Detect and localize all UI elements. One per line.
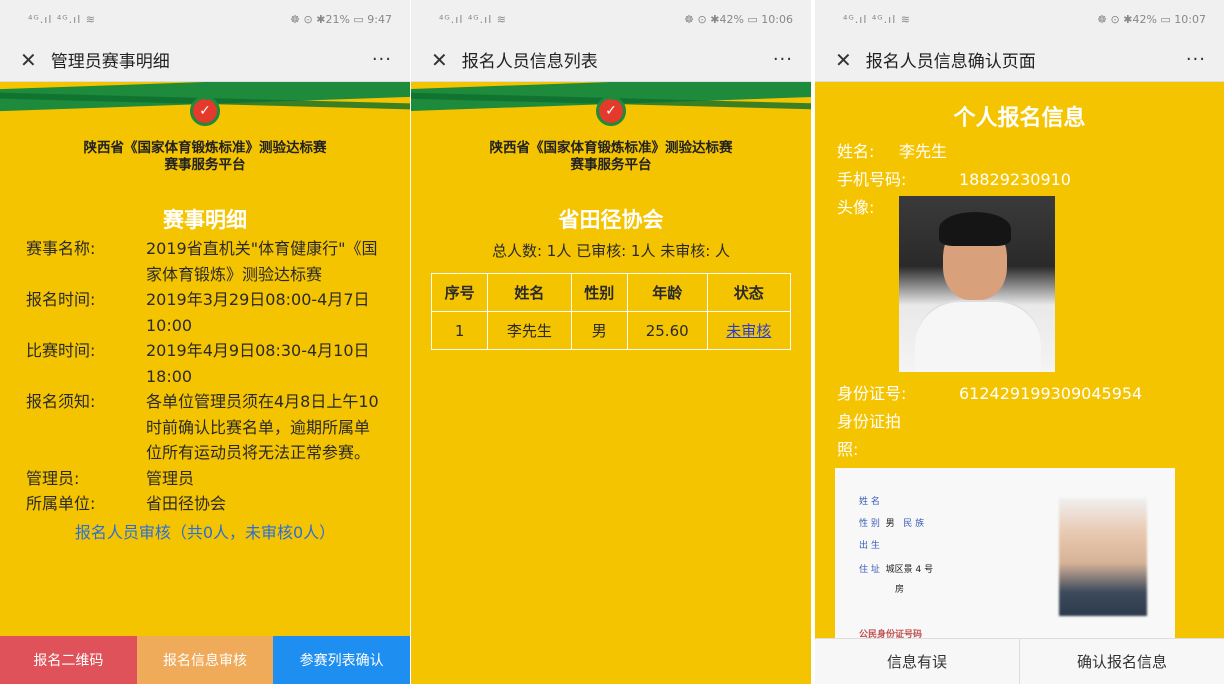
status-right: ☸ ⊙ ✱42% ▭ 10:07 [1097, 12, 1206, 26]
avatar-body [915, 300, 1041, 372]
info-error-button[interactable]: 信息有误 [815, 639, 1019, 684]
phone-value: 18829230910 [959, 170, 1071, 189]
section-title: 赛事明细 [163, 208, 247, 232]
cell-sex: 男 [570, 311, 628, 350]
more-menu-icon[interactable]: ··· [1186, 49, 1206, 70]
confirm-action-bar: 信息有误 确认报名信息 [815, 638, 1224, 684]
bottom-action-bar: 报名二维码 报名信息审核 参赛列表确认 [0, 636, 410, 684]
platform-title: 陕西省《国家体育锻炼标准》测验达标赛 赛事服务平台 [489, 140, 733, 173]
status-right: ☸ ⊙ ✱21% ▭ 9:47 [290, 12, 392, 26]
detail-row-match-time: 比赛时间: 2019年4月9日08:30-4月10日18:00 [26, 341, 370, 386]
phone-screen-registrant-confirm: ⁴ᴳ.ıl ⁴ᴳ.ıl ≋ ☸ ⊙ ✱42% ▭ 10:07 ✕ 报名人员信息确… [815, 0, 1224, 684]
signal-icon: ⁴ᴳ.ıl ⁴ᴳ.ıl ≋ [843, 12, 911, 26]
avatar [899, 196, 1055, 372]
table-row: 1 李先生 男 25.60 未审核 [430, 311, 792, 350]
detail-row-admin: 管理员: 管理员 [26, 468, 195, 488]
confirm-signup-button[interactable]: 确认报名信息 [1019, 639, 1224, 684]
status-bar: ⁴ᴳ.ıl ⁴ᴳ.ıl ≋ ☸ ⊙ ✱21% ▭ 9:47 [0, 0, 410, 38]
col-header-age: 年龄 [626, 273, 708, 312]
name-value: 李先生 [899, 142, 948, 161]
close-icon[interactable]: ✕ [835, 48, 852, 72]
col-header-sex: 性别 [570, 273, 628, 312]
audit-link[interactable]: 报名人员审核（共0人，未审核0人） [0, 519, 410, 543]
phone-row: 手机号码: 18829230910 [837, 166, 1202, 194]
avatar-row: 头像: [837, 194, 1202, 374]
detail-row-notice: 报名须知: 各单位管理员须在4月8日上午10时前确认比赛名单，逾期所属单位所有运… [26, 392, 379, 462]
nav-bar: ✕ 报名人员信息列表 ··· [411, 38, 811, 82]
nav-bar: ✕ 管理员赛事明细 ··· [0, 38, 410, 82]
stopwatch-logo-icon: ✓ [190, 90, 220, 126]
stopwatch-logo-icon: ✓ [596, 90, 626, 126]
detail-row-unit: 所属单位: 省田径协会 [26, 494, 227, 513]
registrant-table: 序号 姓名 性别 年龄 状态 1 李先生 男 25.60 未审核 [430, 273, 792, 350]
col-header-name: 姓名 [487, 273, 572, 312]
cell-name: 李先生 [487, 311, 572, 350]
qr-code-button[interactable]: 报名二维码 [0, 636, 137, 684]
status-bar: ⁴ᴳ.ıl ⁴ᴳ.ıl ≋ ☸ ⊙ ✱42% ▭ 10:06 [411, 0, 811, 38]
event-detail-list: 赛事名称: 2019省直机关"体育健康行"《国家体育锻炼》测验达标赛 报名时间:… [0, 236, 410, 517]
phone-screen-registrant-list: ⁴ᴳ.ıl ⁴ᴳ.ıl ≋ ☸ ⊙ ✱42% ▭ 10:06 ✕ 报名人员信息列… [411, 0, 811, 684]
id-photo-label-2: 照: [837, 440, 859, 459]
signal-icon: ⁴ᴳ.ıl ⁴ᴳ.ıl ≋ [439, 12, 507, 26]
audit-summary: 总人数: 1人 已审核: 1人 未审核: 人 [491, 242, 731, 260]
page-title: 报名人员信息确认页面 [865, 52, 1036, 72]
close-icon[interactable]: ✕ [431, 48, 448, 72]
id-number-value: 612429199309045954 [959, 384, 1143, 403]
page-title: 管理员赛事明细 [50, 52, 170, 72]
status-right: ☸ ⊙ ✱42% ▭ 10:06 [684, 12, 793, 26]
screenshot-collage: ⁴ᴳ.ıl ⁴ᴳ.ıl ≋ ☸ ⊙ ✱21% ▭ 9:47 ✕ 管理员赛事明细 … [0, 0, 1224, 684]
id-photo-label: 身份证拍 [837, 412, 902, 431]
more-menu-icon[interactable]: ··· [372, 49, 392, 70]
cell-age: 25.60 [626, 311, 708, 350]
close-icon[interactable]: ✕ [20, 48, 37, 72]
id-number-row: 身份证号: 612429199309045954 [837, 380, 1202, 408]
nav-bar: ✕ 报名人员信息确认页面 ··· [815, 38, 1224, 82]
platform-title: 陕西省《国家体育锻炼标准》测验达标赛 赛事服务平台 [83, 140, 327, 173]
status-link[interactable]: 未审核 [726, 322, 771, 340]
status-bar: ⁴ᴳ.ıl ⁴ᴳ.ıl ≋ ☸ ⊙ ✱42% ▭ 10:07 [815, 0, 1224, 38]
signal-icon: ⁴ᴳ.ıl ⁴ᴳ.ıl ≋ [28, 12, 96, 26]
id-card-photo: 姓 名 性 别 男 民 族 出 生 住 址 城区景 4 号 房 公民身份证号码 [835, 468, 1175, 648]
avatar-hair [939, 212, 1011, 246]
banner: ✓ 陕西省《国家体育锻炼标准》测验达标赛 赛事服务平台 [411, 82, 811, 200]
name-row: 姓名: 李先生 [837, 138, 1202, 166]
page-title: 报名人员信息列表 [461, 52, 598, 72]
col-header-status: 状态 [706, 273, 792, 312]
table-header-row: 序号 姓名 性别 年龄 状态 [430, 273, 792, 312]
section-title: 个人报名信息 [953, 106, 1086, 131]
signup-review-button[interactable]: 报名信息审核 [136, 636, 274, 684]
more-menu-icon[interactable]: ··· [773, 49, 793, 70]
cell-index: 1 [430, 311, 489, 350]
section-title: 省田径协会 [558, 208, 664, 232]
col-header-index: 序号 [430, 273, 489, 312]
id-card-portrait [1059, 498, 1147, 616]
detail-row-signup-time: 报名时间: 2019年3月29日08:00-4月7日10:00 [26, 290, 370, 335]
phone-screen-event-detail: ⁴ᴳ.ıl ⁴ᴳ.ıl ≋ ☸ ⊙ ✱21% ▭ 9:47 ✕ 管理员赛事明细 … [0, 0, 410, 684]
cell-status: 未审核 [706, 311, 792, 350]
banner: ✓ 陕西省《国家体育锻炼标准》测验达标赛 赛事服务平台 [0, 82, 410, 200]
participant-confirm-button[interactable]: 参赛列表确认 [273, 636, 410, 684]
personal-info: 个人报名信息 姓名: 李先生 手机号码: 18829230910 头像: 身份证… [815, 100, 1224, 464]
detail-row-event-name: 赛事名称: 2019省直机关"体育健康行"《国家体育锻炼》测验达标赛 [26, 239, 378, 284]
